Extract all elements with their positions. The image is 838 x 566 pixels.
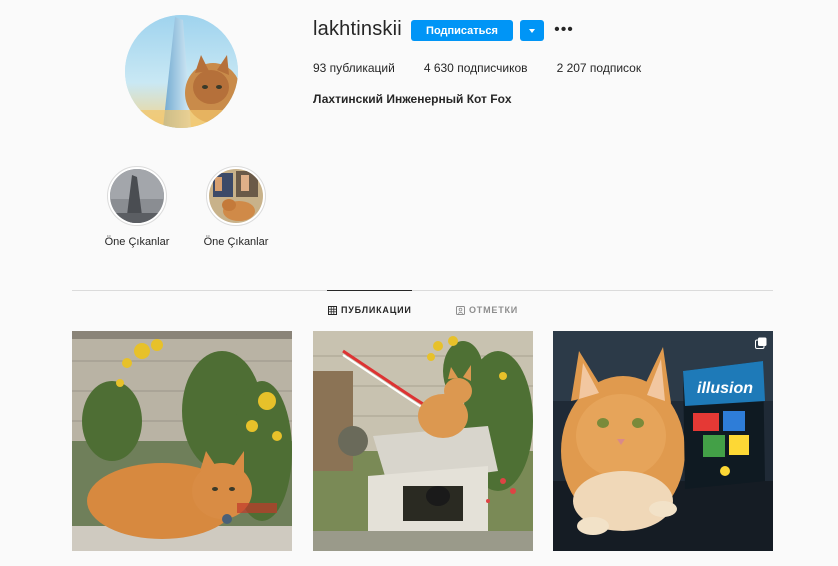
followers-count[interactable]: 4 630 подписчиков xyxy=(424,61,528,75)
active-tab-indicator xyxy=(327,290,412,291)
highlight-label: Öne Çıkanlar xyxy=(104,236,170,248)
suggested-dropdown-button[interactable] xyxy=(520,20,544,41)
post-image xyxy=(72,331,292,551)
profile-full-name: Лахтинский Инженерный Кот Fox xyxy=(313,92,512,106)
profile-avatar[interactable] xyxy=(125,15,238,128)
tab-tagged-label: ОТМЕТКИ xyxy=(469,305,519,315)
following-count[interactable]: 2 207 подписок xyxy=(557,61,642,75)
tab-posts[interactable]: ПУБЛИКАЦИИ xyxy=(328,305,412,315)
highlight-label: Öne Çıkanlar xyxy=(203,236,269,248)
highlight-1[interactable]: Öne Çıkanlar xyxy=(105,166,169,248)
highlight-ring xyxy=(107,166,167,226)
follow-button[interactable]: Подписаться xyxy=(411,20,513,41)
tab-posts-label: ПУБЛИКАЦИИ xyxy=(341,305,412,315)
profile-username: lakhtinskii xyxy=(313,18,402,40)
post-thumbnail-1[interactable] xyxy=(72,331,292,551)
chevron-down-icon xyxy=(529,28,535,33)
tagged-person-icon xyxy=(456,305,465,315)
post-image: illusion xyxy=(553,331,773,551)
grid-icon xyxy=(328,305,337,315)
avatar-image xyxy=(125,15,238,128)
tabs-divider xyxy=(72,290,773,291)
posts-count: 93 публикаций xyxy=(313,61,395,75)
multiple-photos-icon xyxy=(755,337,767,349)
more-options-button[interactable]: ••• xyxy=(554,19,574,41)
profile-stats: 93 публикаций 4 630 подписчиков 2 207 по… xyxy=(313,61,670,75)
post-image xyxy=(313,331,533,551)
highlight-ring xyxy=(206,166,266,226)
illusion-box-text: illusion xyxy=(697,380,753,397)
post-thumbnail-2[interactable] xyxy=(313,331,533,551)
highlight-image xyxy=(209,169,263,223)
highlight-2[interactable]: Öne Çıkanlar xyxy=(204,166,268,248)
post-thumbnail-3[interactable]: illusion xyxy=(553,331,773,551)
tab-tagged[interactable]: ОТМЕТКИ xyxy=(456,305,518,315)
highlight-image xyxy=(110,169,164,223)
